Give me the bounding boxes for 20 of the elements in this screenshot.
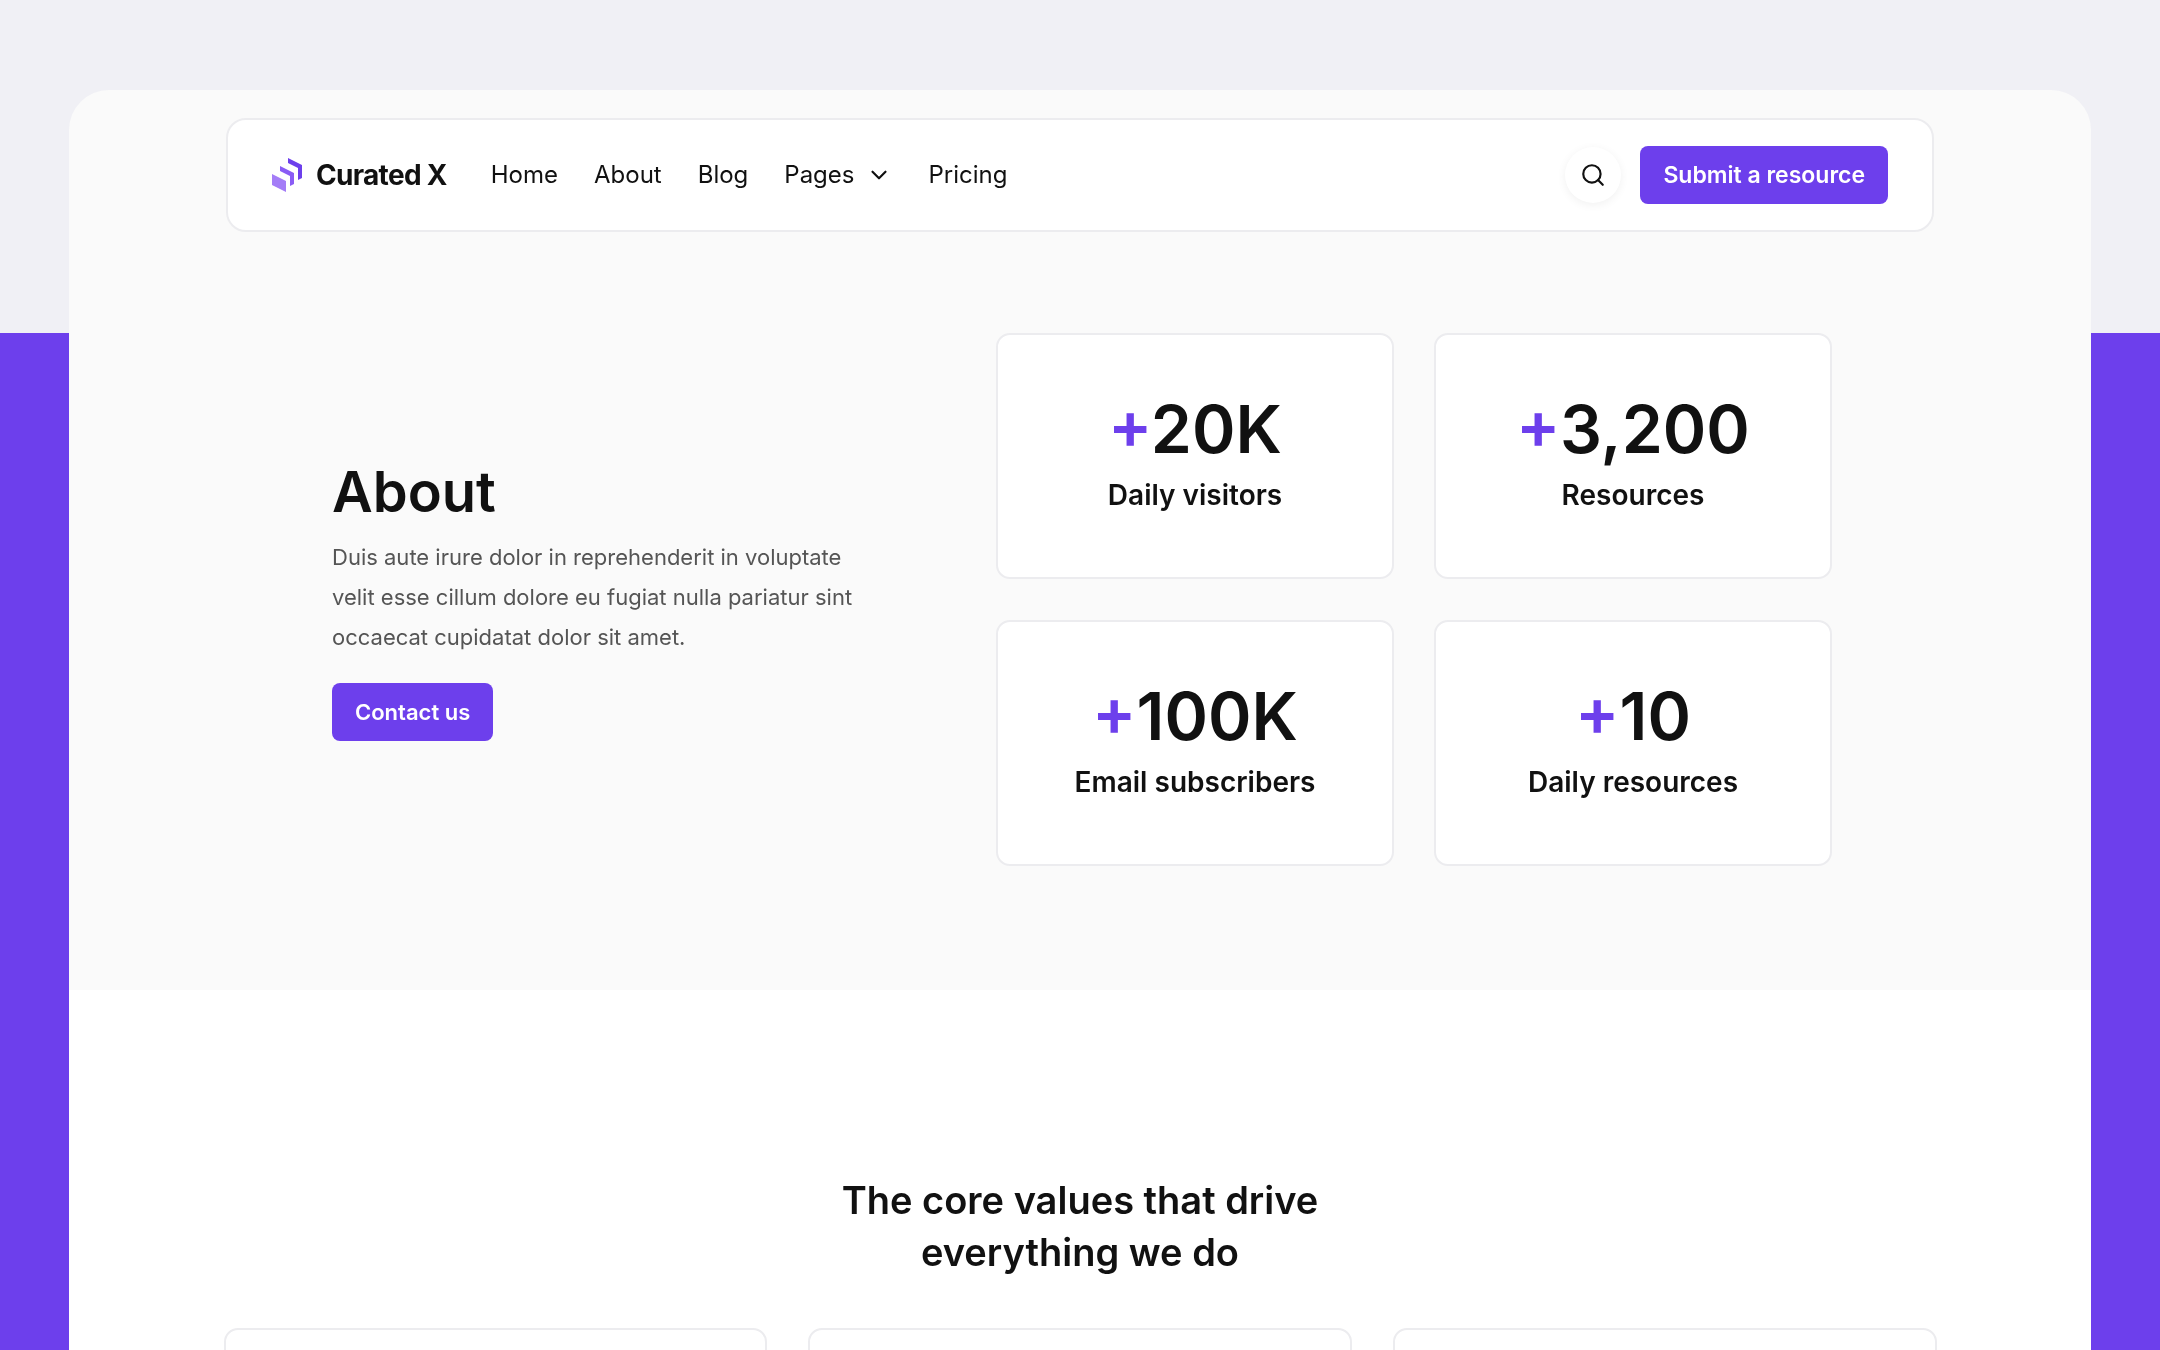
core-values-heading: The core values that drive everything we do [840, 1176, 1320, 1277]
stat-value: +20K [1108, 395, 1282, 462]
submit-resource-button[interactable]: Submit a resource [1640, 146, 1888, 204]
stat-value: +100K [1092, 682, 1298, 749]
brand-name: Curated X [316, 157, 447, 194]
about-description: Duis aute irure dolor in reprehenderit in voluptate velit esse cillum dolore eu fugiat nulla pariatur sint occaecat cupidatat dolor sit amet. [332, 543, 854, 652]
contact-us-button[interactable]: Contact us [332, 683, 494, 741]
stat-label: Resources [1561, 476, 1705, 514]
nav-link[interactable]: Pages [784, 157, 893, 193]
stat-label: Email subscribers [1074, 763, 1316, 801]
stat-label: Daily resources [1527, 763, 1739, 801]
stat-label: Daily visitors [1107, 476, 1283, 514]
nav-link[interactable]: About [594, 157, 662, 193]
about-title: About [332, 457, 496, 527]
nav-link[interactable]: Pricing [928, 157, 1008, 193]
nav-link[interactable]: Home [490, 157, 558, 193]
stat-value: +10 [1575, 682, 1691, 749]
nav-link[interactable]: Blog [697, 157, 749, 193]
logo-icon [272, 158, 302, 192]
search-icon [1580, 162, 1607, 188]
